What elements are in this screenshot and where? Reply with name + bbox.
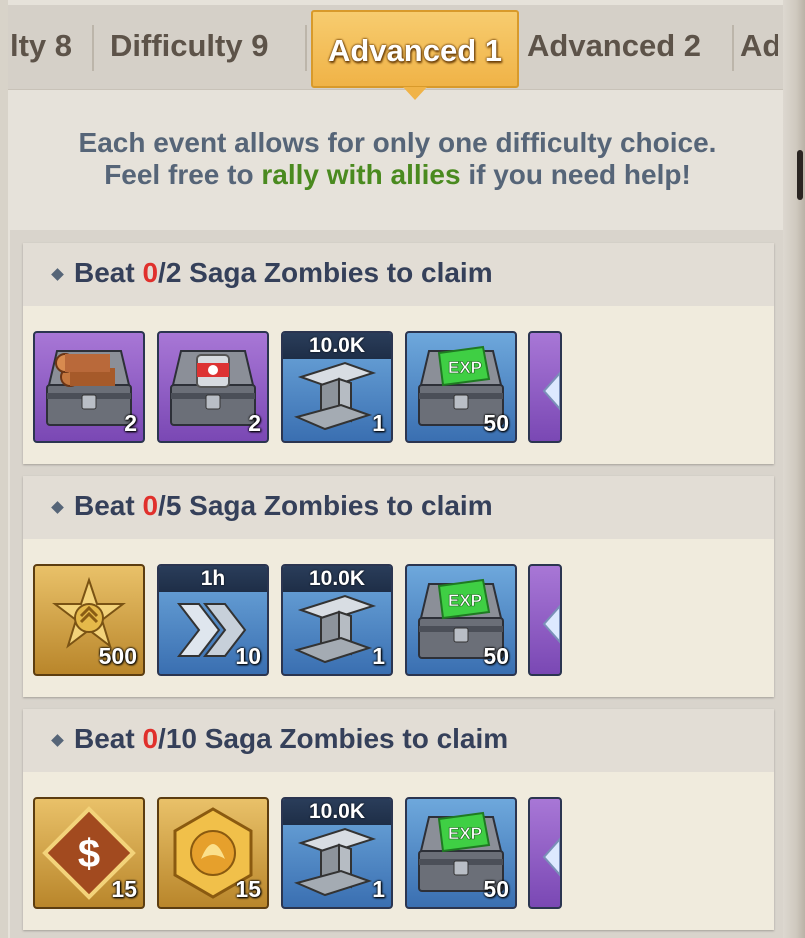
rally-allies-link[interactable]: rally with allies <box>261 159 460 190</box>
svg-text:$: $ <box>78 832 100 876</box>
reward-row: 500 1h 10 10.0K 1 EXP 50 <box>23 539 774 697</box>
tab-separator <box>732 25 734 71</box>
milestone-title-total: /10 Saga Zombies to claim <box>158 723 509 754</box>
tab-difficulty-8[interactable]: lty 8 <box>10 19 84 73</box>
reward-item[interactable]: 2 <box>157 331 269 443</box>
reward-quantity: 500 <box>98 643 137 669</box>
reward-quantity: 50 <box>483 410 509 436</box>
info-line-2: Feel free to rally with allies if you ne… <box>0 159 795 191</box>
reward-quantity: 15 <box>111 876 137 902</box>
reward-quantity: 1 <box>372 876 385 902</box>
bullet-diamond-icon <box>51 501 64 514</box>
reward-item[interactable]: $ 15 <box>33 797 145 909</box>
reward-amount-band: 1h <box>159 566 267 592</box>
reward-quantity: 10 <box>235 643 261 669</box>
reward-row: $ 15 15 10.0K 1 EXP 50 <box>23 772 774 930</box>
milestone-progress: 0 <box>142 257 159 288</box>
tab-separator <box>305 25 307 71</box>
milestone-title: Beat 0/5 Saga Zombies to claim <box>74 490 493 522</box>
tab-advanced-3[interactable]: Ad <box>740 19 778 73</box>
reward-item[interactable]: 1h 10 <box>157 564 269 676</box>
reward-item[interactable]: 2 <box>33 331 145 443</box>
bullet-diamond-icon <box>51 268 64 281</box>
milestone-card: Beat 0/5 Saga Zombies to claim 500 1h 10 … <box>23 476 774 697</box>
svg-text:EXP: EXP <box>448 591 482 610</box>
milestone-title-total: /5 Saga Zombies to claim <box>158 490 493 521</box>
reward-quantity: 50 <box>483 643 509 669</box>
reward-quantity: 2 <box>248 410 261 436</box>
info-line-1: Each event allows for only one difficult… <box>78 127 717 158</box>
milestone-progress: 0 <box>142 723 159 754</box>
tab-separator <box>92 25 94 71</box>
tab-advanced-2[interactable]: Advanced 2 <box>527 19 727 73</box>
reward-item[interactable]: 500 <box>33 564 145 676</box>
reward-amount-band: 10.0K <box>283 333 391 359</box>
reward-amount-band: 10.0K <box>283 799 391 825</box>
reward-item[interactable]: EXP 50 <box>405 331 517 443</box>
reward-quantity: 15 <box>235 876 261 902</box>
svg-text:EXP: EXP <box>448 358 482 377</box>
milestone-header: Beat 0/5 Saga Zombies to claim <box>23 476 774 539</box>
bullet-diamond-icon <box>51 734 64 747</box>
milestone-card: Beat 0/2 Saga Zombies to claim 2 2 10.0K… <box>23 243 774 464</box>
milestone-title: Beat 0/10 Saga Zombies to claim <box>74 723 508 755</box>
reward-item[interactable] <box>528 797 562 909</box>
milestone-header: Beat 0/10 Saga Zombies to claim <box>23 709 774 772</box>
milestone-title: Beat 0/2 Saga Zombies to claim <box>74 257 493 289</box>
difficulty-tab-bar: lty 8 Difficulty 9 Advanced 1 Advanced 2… <box>8 5 783 100</box>
tab-advanced-1[interactable]: Advanced 1 <box>311 10 519 100</box>
reward-item[interactable]: 10.0K 1 <box>281 797 393 909</box>
reward-item[interactable]: 10.0K 1 <box>281 564 393 676</box>
reward-item[interactable]: 15 <box>157 797 269 909</box>
milestone-title-pre: Beat <box>74 257 143 288</box>
info-text-post: if you need help! <box>460 159 691 190</box>
background-decoration <box>797 150 803 200</box>
svg-text:EXP: EXP <box>448 824 482 843</box>
reward-quantity: 50 <box>483 876 509 902</box>
reward-quantity: 2 <box>124 410 137 436</box>
reward-item[interactable]: 10.0K 1 <box>281 331 393 443</box>
reward-quantity: 1 <box>372 410 385 436</box>
reward-item[interactable]: EXP 50 <box>405 564 517 676</box>
reward-amount-band: 10.0K <box>283 566 391 592</box>
milestone-title-pre: Beat <box>74 490 143 521</box>
milestone-progress: 0 <box>142 490 159 521</box>
reward-item[interactable]: EXP 50 <box>405 797 517 909</box>
milestone-card: Beat 0/10 Saga Zombies to claim $ 15 15 … <box>23 709 774 930</box>
reward-row: 2 2 10.0K 1 EXP 50 <box>23 306 774 464</box>
milestone-header: Beat 0/2 Saga Zombies to claim <box>23 243 774 306</box>
milestone-title-pre: Beat <box>74 723 143 754</box>
reward-item[interactable] <box>528 331 562 443</box>
reward-item[interactable] <box>528 564 562 676</box>
milestone-title-total: /2 Saga Zombies to claim <box>158 257 493 288</box>
reward-quantity: 1 <box>372 643 385 669</box>
info-text: Each event allows for only one difficult… <box>0 127 795 191</box>
info-text-pre: Feel free to <box>104 159 262 190</box>
tab-difficulty-9[interactable]: Difficulty 9 <box>110 19 300 73</box>
